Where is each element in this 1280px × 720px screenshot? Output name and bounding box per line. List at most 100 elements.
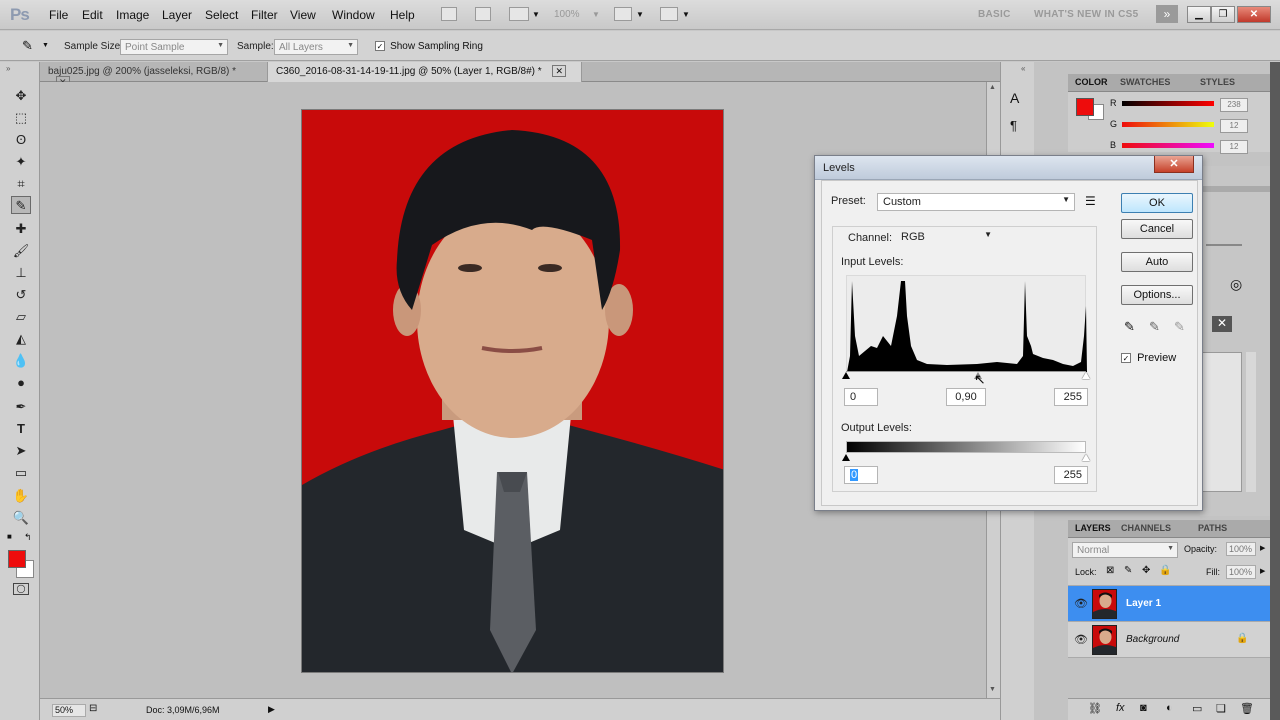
type-tool-icon[interactable]: T [11,420,31,438]
levels-title-bar[interactable]: Levels ✕ [815,156,1202,180]
collapse-toolbar-icon[interactable]: » [6,64,10,73]
close-icon[interactable]: ✕ [552,65,567,77]
menu-filter[interactable]: Filter [251,8,278,22]
lock-pixels-icon[interactable]: ✎ [1124,565,1132,576]
document-photo[interactable] [301,109,724,673]
hand-tool-icon[interactable]: ✋ [11,487,31,505]
adjustment-layer-icon[interactable]: ◐ [1166,702,1173,714]
workspace-whats-new[interactable]: WHAT'S NEW IN CS5 [1034,9,1139,20]
auto-button[interactable]: Auto [1121,252,1193,272]
eraser-tool-icon[interactable]: ▱ [11,308,31,326]
pen-tool-icon[interactable]: ✒ [11,398,31,416]
opacity-field[interactable]: 100% [1226,542,1256,556]
show-sampling-ring-checkbox[interactable]: ✓ [375,41,385,52]
ok-button[interactable]: OK [1121,193,1193,213]
eyedropper-tool-icon[interactable]: ✎ [11,196,31,214]
new-group-icon[interactable]: ▭ [1192,702,1202,715]
preset-select[interactable]: Custom ▼ [877,193,1075,211]
crop-tool-icon[interactable]: ⌗ [11,175,31,193]
opacity-arrow-icon[interactable]: ▶ [1260,544,1265,552]
brush-tool-icon[interactable]: 🖌 [11,242,31,260]
preview-checkbox[interactable]: ✓ [1121,353,1131,364]
menu-file[interactable]: File [49,8,68,22]
workspace-basic[interactable]: BASIC [978,9,1011,20]
delete-layer-icon[interactable]: 🗑 [1240,702,1254,715]
sample-select[interactable]: All Layers ▼ [274,39,358,55]
sample-size-select[interactable]: Point Sample ▼ [120,39,228,55]
arrange-documents-icon[interactable] [614,7,632,21]
chevron-down-icon[interactable]: ▼ [682,10,690,19]
fill-field[interactable]: 100% [1226,565,1256,579]
screen-mode-icon[interactable] [660,7,678,21]
visibility-eye-icon[interactable]: 👁 [1074,633,1088,646]
view-extras-icon[interactable] [509,7,529,21]
input-black-field[interactable]: 0 [844,388,878,406]
paint-bucket-tool-icon[interactable]: ◭ [11,330,31,348]
chevron-down-icon[interactable]: ▼ [636,10,644,19]
menu-window[interactable]: Window [332,8,375,22]
collapse-icon[interactable]: « [1021,64,1025,73]
history-brush-tool-icon[interactable]: ↺ [11,286,31,304]
default-colors-icon[interactable]: ■ [7,532,12,541]
tab-layers[interactable]: LAYERS [1075,523,1111,533]
foreground-color-swatch[interactable] [8,550,26,568]
scroll-down-icon[interactable]: ▼ [989,686,996,693]
chevron-down-icon[interactable]: ▼ [592,10,600,19]
g-slider[interactable] [1122,122,1214,127]
output-white-field[interactable]: 255 [1054,466,1088,484]
add-mask-icon[interactable]: ◙ [1140,702,1147,714]
tab-baju025[interactable]: baju025.jpg @ 200% (jasseleksi, RGB/8) *… [40,62,268,88]
zoom-level-dropdown[interactable]: 100% [554,9,580,20]
menu-view[interactable]: View [290,8,316,22]
bridge-icon[interactable] [441,7,457,21]
visibility-eye-icon[interactable]: 👁 [1074,597,1088,610]
mini-bridge-icon[interactable] [475,7,491,21]
menu-layer[interactable]: Layer [162,8,192,22]
tab-styles[interactable]: STYLES [1200,77,1235,87]
white-eyedropper-icon[interactable]: ✎ [1174,319,1185,335]
status-settings-icon[interactable]: ⊟ [89,703,97,714]
paragraph-panel-icon[interactable]: ¶ [1010,118,1017,133]
tab-paths[interactable]: PATHS [1198,523,1227,533]
mask-icon[interactable]: ✕ [1212,316,1232,332]
output-white-slider[interactable] [1082,454,1090,461]
blur-tool-icon[interactable]: 💧 [11,352,31,370]
menu-image[interactable]: Image [116,8,149,22]
new-layer-icon[interactable]: ❏ [1216,702,1226,715]
zoom-tool-icon[interactable]: 🔍 [11,509,31,527]
lock-transparency-icon[interactable]: ⊠ [1106,565,1114,576]
preset-options-icon[interactable]: ☰ [1085,194,1096,208]
scroll-up-icon[interactable]: ▲ [989,84,996,91]
marquee-tool-icon[interactable]: ⬚ [11,109,31,127]
gray-eyedropper-icon[interactable]: ✎ [1149,319,1160,335]
character-panel-icon[interactable]: A [1010,90,1019,106]
window-close-button[interactable]: ✕ [1237,6,1271,23]
cancel-button[interactable]: Cancel [1121,219,1193,239]
input-gamma-field[interactable]: 0,90 [946,388,986,406]
path-selection-tool-icon[interactable]: ➤ [11,442,31,460]
output-black-field[interactable]: 0 [844,466,878,484]
r-slider[interactable] [1122,101,1214,106]
blend-mode-select[interactable]: Normal ▼ [1072,542,1178,558]
r-value[interactable]: 238 [1220,98,1248,112]
eyedropper-preset-icon[interactable]: ✎ [22,38,33,54]
lock-all-icon[interactable]: 🔒 [1159,565,1171,576]
zoom-field[interactable]: 50% [52,704,86,717]
rectangle-tool-icon[interactable]: ▭ [11,464,31,482]
dodge-tool-icon[interactable]: ● [11,374,31,392]
chevron-down-icon[interactable]: ▼ [42,42,49,49]
layer-row-layer-1[interactable]: 👁 Layer 1 [1068,586,1270,622]
quick-selection-tool-icon[interactable]: ✦ [11,153,31,171]
menu-edit[interactable]: Edit [82,8,103,22]
layer-style-icon[interactable]: fx [1116,702,1125,714]
clone-stamp-tool-icon[interactable]: ⊥ [11,264,31,282]
tab-swatches[interactable]: SWATCHES [1120,77,1170,87]
status-menu-arrow-icon[interactable]: ▶ [268,704,275,715]
minimize-button[interactable]: ▁ [1187,6,1211,23]
healing-brush-tool-icon[interactable]: ✚ [11,220,31,238]
quick-mask-icon[interactable]: ◯ [13,583,29,595]
options-button[interactable]: Options... [1121,285,1193,305]
adjustment-icon[interactable]: ◎ [1230,276,1242,293]
adjustment-scrollbar[interactable] [1246,352,1256,492]
move-tool-icon[interactable]: ✥ [11,87,31,105]
